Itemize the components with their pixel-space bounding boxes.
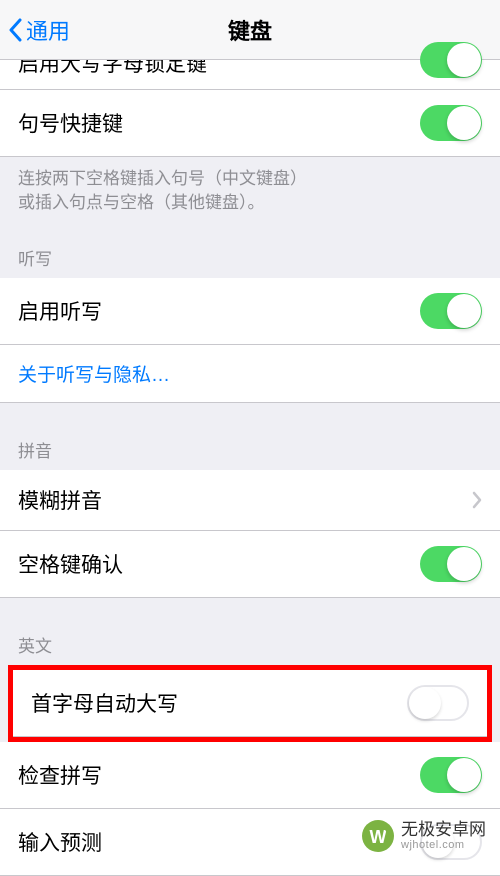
watermark-sub: wjhotel.com (401, 839, 486, 851)
about-dictation-row[interactable]: 关于听写与隐私… (0, 345, 500, 403)
english-header: 英文 (0, 598, 500, 665)
period-help-text: 连按两下空格键插入句号（中文键盘） 或插入句点与空格（其他键盘）。 (0, 157, 500, 225)
enable-dictation-row[interactable]: 启用听写 (0, 278, 500, 345)
caps-lock-row[interactable]: 启用大写字母锁定键 (0, 60, 500, 90)
toggle-knob (447, 547, 481, 581)
toggle-knob (447, 106, 481, 140)
spell-check-label: 检查拼写 (18, 760, 102, 790)
period-shortcut-toggle[interactable] (420, 105, 482, 141)
chevron-left-icon (8, 18, 22, 42)
watermark-logo-icon: W (361, 819, 395, 853)
toggle-knob (409, 687, 441, 719)
predictive-label: 输入预测 (18, 827, 102, 857)
auto-cap-toggle[interactable] (407, 685, 469, 721)
back-button[interactable]: 通用 (0, 14, 70, 46)
period-shortcut-row[interactable]: 句号快捷键 (0, 90, 500, 157)
fuzzy-pinyin-row[interactable]: 模糊拼音 (0, 470, 500, 531)
toggle-knob (447, 294, 481, 328)
spell-check-row[interactable]: 检查拼写 (0, 742, 500, 809)
highlight-annotation: 首字母自动大写 (8, 665, 492, 742)
caps-lock-toggle[interactable] (420, 42, 482, 78)
spell-check-toggle[interactable] (420, 757, 482, 793)
back-label: 通用 (26, 14, 70, 46)
about-dictation-link[interactable]: 关于听写与隐私… (18, 360, 170, 387)
auto-cap-row[interactable]: 首字母自动大写 (13, 670, 487, 737)
watermark: W 无极安卓网 wjhotel.com (361, 819, 486, 853)
toggle-knob (447, 758, 481, 792)
space-confirm-label: 空格键确认 (18, 549, 123, 579)
toggle-knob (447, 43, 481, 77)
fuzzy-pinyin-label: 模糊拼音 (18, 485, 102, 515)
enable-dictation-label: 启用听写 (18, 296, 102, 326)
watermark-title: 无极安卓网 (401, 821, 486, 840)
auto-cap-label: 首字母自动大写 (31, 688, 178, 718)
svg-text:W: W (370, 827, 387, 847)
page-title: 键盘 (228, 14, 272, 46)
enable-dictation-toggle[interactable] (420, 293, 482, 329)
pinyin-header: 拼音 (0, 403, 500, 470)
dictation-header: 听写 (0, 225, 500, 278)
space-confirm-toggle[interactable] (420, 546, 482, 582)
period-shortcut-label: 句号快捷键 (18, 108, 123, 138)
space-confirm-row[interactable]: 空格键确认 (0, 531, 500, 598)
chevron-right-icon (472, 491, 482, 509)
